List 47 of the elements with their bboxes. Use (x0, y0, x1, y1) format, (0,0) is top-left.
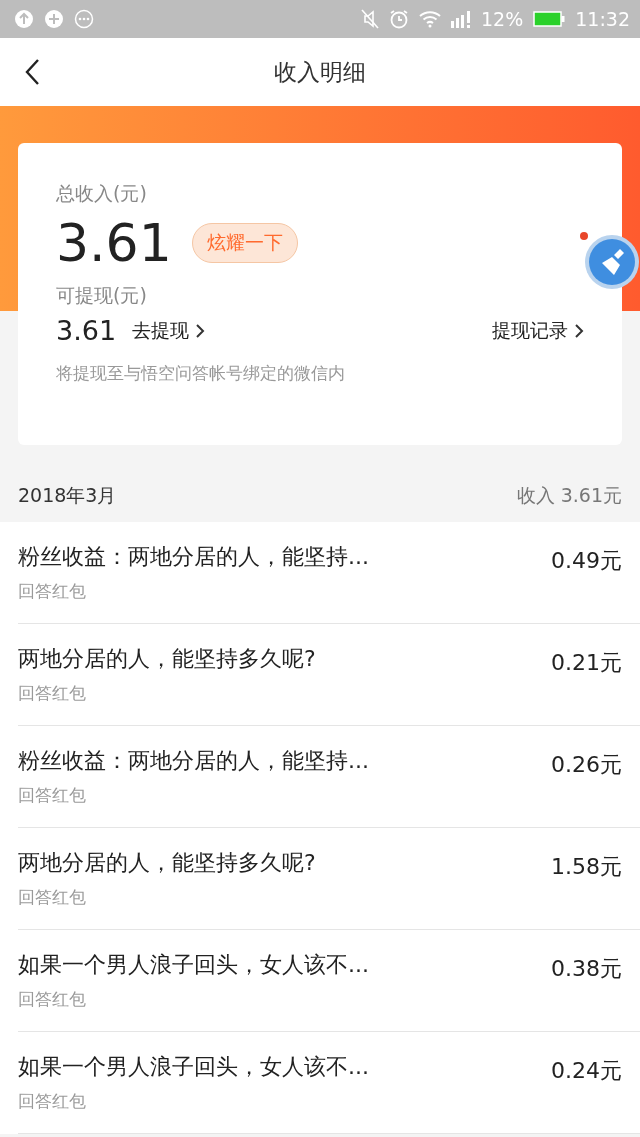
month-income: 收入 3.61元 (516, 483, 622, 508)
page-title: 收入明细 (274, 57, 366, 87)
income-row[interactable]: 粉丝收益：两地分居的人，能坚持... 回答红包 0.26元 (0, 726, 640, 828)
row-subtitle: 回答红包 (18, 988, 87, 1011)
row-amount: 1.58元 (551, 853, 622, 881)
income-row[interactable]: 两地分居的人，能坚持多久呢? 回答红包 0.21元 (0, 624, 640, 726)
row-amount: 0.21元 (551, 649, 622, 677)
income-row[interactable]: 两地分居的人，能坚持多久呢? 回答红包 1.58元 (0, 828, 640, 930)
row-amount: 0.24元 (551, 1057, 622, 1085)
month-label: 2018年3月 (18, 483, 117, 508)
history-link[interactable]: 提现记录 (492, 317, 584, 344)
income-row[interactable]: 粉丝收益：两地分居的人，能坚持... 回答红包 0.49元 (0, 522, 640, 624)
signal-icon (451, 10, 471, 28)
withdrawable-label: 可提现(元) (56, 283, 148, 308)
withdraw-note: 将提现至与悟空问答帐号绑定的微信内 (56, 362, 346, 385)
clock-time: 11:32 (575, 8, 630, 30)
chevron-icon (574, 322, 584, 339)
row-title: 两地分居的人，能坚持多久呢? (18, 645, 316, 673)
row-subtitle: 回答红包 (18, 682, 87, 705)
battery-percent: 12% (481, 8, 524, 30)
row-title: 如果一个男人浪子回头，女人该不... (18, 951, 369, 979)
row-title: 粉丝收益：两地分居的人，能坚持... (18, 747, 369, 775)
row-amount: 0.26元 (551, 751, 622, 779)
chevron-icon (195, 322, 206, 339)
back-icon[interactable] (24, 58, 40, 86)
row-subtitle: 回答红包 (18, 1090, 87, 1113)
row-title: 粉丝收益：两地分居的人，能坚持... (18, 543, 369, 571)
row-amount: 0.38元 (551, 955, 622, 983)
row-title: 如果一个男人浪子回头，女人该不... (18, 1053, 369, 1081)
income-row[interactable]: 如果一个男人浪子回头，女人该不... 回答红包 0.38元 (0, 930, 640, 1032)
total-amount: 3.61 (56, 213, 172, 273)
row-title: 两地分居的人，能坚持多久呢? (18, 849, 316, 877)
total-label: 总收入(元) (56, 181, 148, 206)
upload-icon (14, 9, 34, 29)
alarm-icon (389, 9, 409, 29)
withdraw-link[interactable]: 去提现 (132, 317, 206, 344)
row-amount: 0.49元 (551, 547, 622, 575)
floating-broom-button[interactable] (578, 229, 640, 291)
mute-icon (361, 9, 379, 29)
wifi-icon (419, 10, 441, 28)
row-subtitle: 回答红包 (18, 784, 87, 807)
withdrawable-amount: 3.61 (56, 315, 117, 346)
more-icon (74, 9, 94, 29)
row-subtitle: 回答红包 (18, 580, 87, 603)
row-subtitle: 回答红包 (18, 886, 87, 909)
income-row[interactable]: 如果一个男人浪子回头，女人该不... 回答红包 0.24元 (0, 1032, 640, 1134)
battery-icon (533, 11, 566, 27)
